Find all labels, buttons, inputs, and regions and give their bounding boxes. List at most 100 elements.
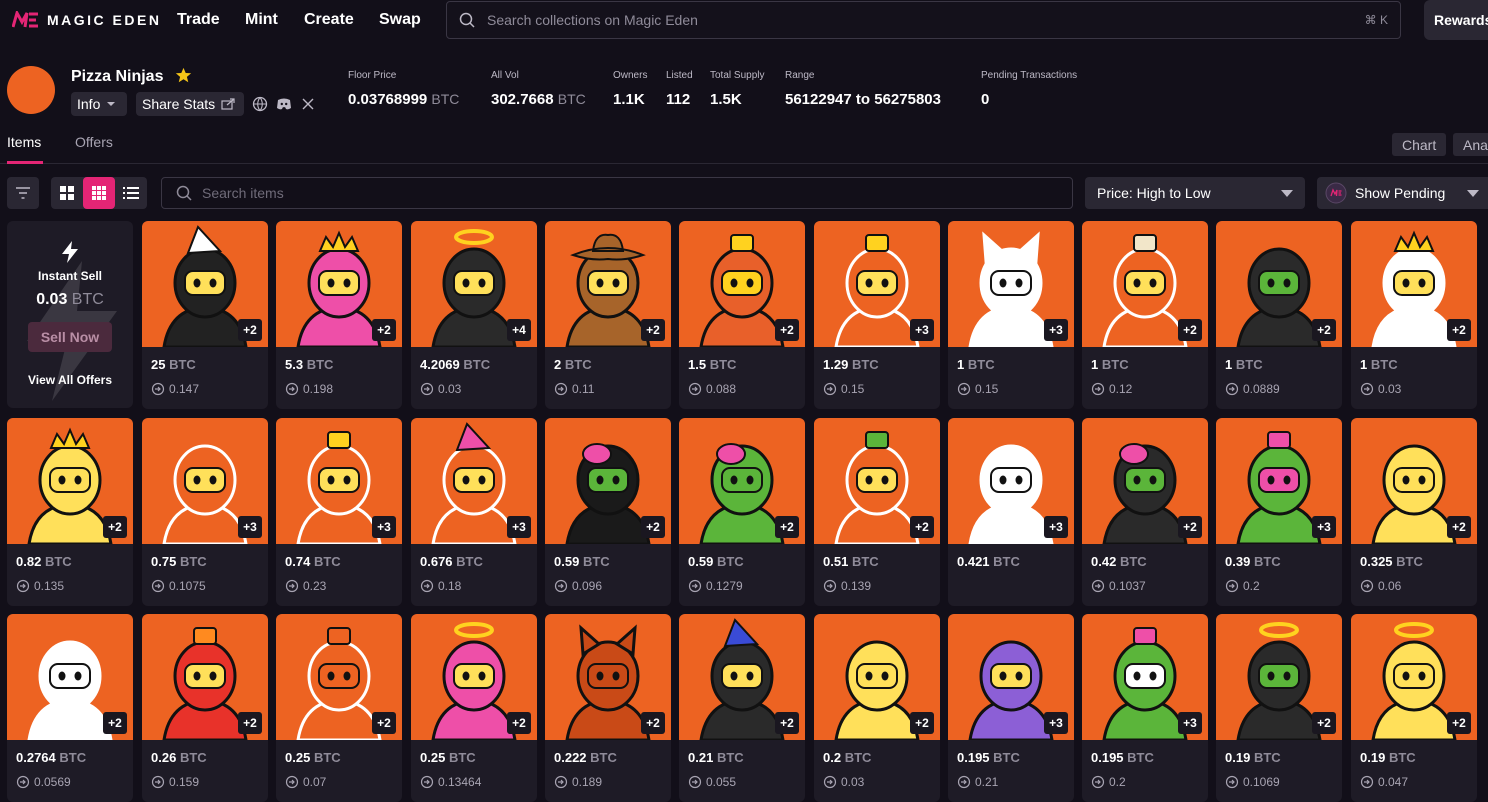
star-icon[interactable] [175, 67, 192, 84]
nft-image[interactable]: +3 [276, 418, 402, 544]
nav-mint[interactable]: Mint [245, 11, 278, 29]
info-dropdown[interactable]: Info [71, 92, 127, 116]
item-card[interactable]: +2 0.51 BTC 0.139 [814, 418, 940, 606]
nft-image[interactable]: +2 [679, 418, 805, 544]
item-card[interactable]: +2 2 BTC 0.11 [545, 221, 671, 409]
item-card[interactable]: +2 0.26 BTC 0.159 [142, 614, 268, 802]
item-card[interactable]: +2 0.25 BTC 0.13464 [411, 614, 537, 802]
item-card[interactable]: +2 0.19 BTC 0.1069 [1216, 614, 1342, 802]
nft-image[interactable]: +3 [142, 418, 268, 544]
large-grid-view-button[interactable] [51, 177, 83, 209]
item-card[interactable]: +3 0.195 BTC 0.21 [948, 614, 1074, 802]
item-card[interactable]: +2 0.2 BTC 0.03 [814, 614, 940, 802]
last-sale-icon [285, 579, 299, 593]
item-card[interactable]: +3 0.75 BTC 0.1075 [142, 418, 268, 606]
nft-image[interactable]: +3 [814, 221, 940, 347]
nav-swap[interactable]: Swap [379, 11, 421, 29]
nft-image[interactable]: +2 [814, 614, 940, 740]
item-card[interactable]: +2 0.82 BTC 0.135 [7, 418, 133, 606]
item-card[interactable]: +2 0.19 BTC 0.047 [1351, 614, 1477, 802]
item-card[interactable]: +4 4.2069 BTC 0.03 [411, 221, 537, 409]
item-card[interactable]: +2 0.222 BTC 0.189 [545, 614, 671, 802]
nft-image[interactable]: +2 [1216, 221, 1342, 347]
nft-image[interactable]: +2 [142, 221, 268, 347]
share-stats-button[interactable]: Share Stats [136, 92, 244, 116]
discord-icon[interactable] [276, 96, 292, 112]
trait-count-badge: +3 [1044, 712, 1068, 734]
last-sale-icon [1360, 382, 1374, 396]
nft-image[interactable]: +3 [411, 418, 537, 544]
nft-image[interactable]: +2 [1351, 221, 1477, 347]
nft-image[interactable]: +2 [1082, 418, 1208, 544]
nft-image[interactable]: +2 [545, 418, 671, 544]
chart-button[interactable]: Chart [1392, 133, 1447, 156]
nft-image[interactable]: +2 [276, 614, 402, 740]
list-view-button[interactable] [115, 177, 147, 209]
nft-image[interactable]: +2 [1082, 221, 1208, 347]
nft-image[interactable]: +2 [545, 221, 671, 347]
nav-trade[interactable]: Trade [177, 11, 220, 29]
analytics-button[interactable]: Ana [1453, 133, 1488, 156]
rewards-button[interactable]: Rewards [1424, 0, 1488, 40]
nft-image[interactable]: +2 [142, 614, 268, 740]
item-card[interactable]: +3 0.421 BTC [948, 418, 1074, 606]
nft-image[interactable]: +2 [545, 614, 671, 740]
item-card[interactable]: +3 1.29 BTC 0.15 [814, 221, 940, 409]
item-price: 0.74 BTC [285, 554, 341, 569]
nav-create[interactable]: Create [304, 11, 354, 29]
item-price-value: 1 [957, 357, 965, 372]
x-twitter-icon[interactable] [300, 96, 316, 112]
nft-image[interactable]: +3 [1216, 418, 1342, 544]
item-price-value: 1.29 [823, 357, 849, 372]
item-card[interactable]: +3 0.676 BTC 0.18 [411, 418, 537, 606]
item-card[interactable]: +2 0.25 BTC 0.07 [276, 614, 402, 802]
tab-offers[interactable]: Offers [75, 134, 113, 150]
item-card[interactable]: +3 0.195 BTC 0.2 [1082, 614, 1208, 802]
nft-image[interactable]: +2 [7, 614, 133, 740]
nft-image[interactable]: +2 [679, 614, 805, 740]
filter-icon [16, 187, 30, 199]
item-card[interactable]: +2 1 BTC 0.03 [1351, 221, 1477, 409]
nft-image[interactable]: +4 [411, 221, 537, 347]
filter-button[interactable] [7, 177, 39, 209]
item-card[interactable]: +3 1 BTC 0.15 [948, 221, 1074, 409]
collection-search[interactable]: Search collections on Magic Eden ⌘ K [446, 1, 1401, 39]
item-card[interactable]: +2 0.21 BTC 0.055 [679, 614, 805, 802]
item-card[interactable]: +2 1 BTC 0.12 [1082, 221, 1208, 409]
nft-image[interactable]: +2 [1351, 418, 1477, 544]
nft-image[interactable]: +2 [1216, 614, 1342, 740]
item-card[interactable]: +2 0.2764 BTC 0.0569 [7, 614, 133, 802]
nft-image[interactable]: +3 [948, 418, 1074, 544]
item-card[interactable]: +2 0.59 BTC 0.096 [545, 418, 671, 606]
item-card[interactable]: +2 25 BTC 0.147 [142, 221, 268, 409]
nft-image[interactable]: +2 [814, 418, 940, 544]
item-card[interactable]: +2 1 BTC 0.0889 [1216, 221, 1342, 409]
item-card[interactable]: +3 0.74 BTC 0.23 [276, 418, 402, 606]
item-card[interactable]: +2 0.42 BTC 0.1037 [1082, 418, 1208, 606]
sort-dropdown[interactable]: Price: High to Low [1085, 177, 1305, 209]
nft-image[interactable]: +3 [1082, 614, 1208, 740]
item-card[interactable]: +3 0.39 BTC 0.2 [1216, 418, 1342, 606]
item-card[interactable]: +2 1.5 BTC 0.088 [679, 221, 805, 409]
nft-image[interactable]: +2 [679, 221, 805, 347]
item-card[interactable]: +2 0.325 BTC 0.06 [1351, 418, 1477, 606]
view-all-offers-link[interactable]: View All Offers [7, 373, 133, 387]
nft-image[interactable]: +2 [276, 221, 402, 347]
instant-sell-price: 0.03 BTC [36, 291, 104, 308]
nft-image[interactable]: +2 [7, 418, 133, 544]
item-card[interactable]: +2 5.3 BTC 0.198 [276, 221, 402, 409]
nft-image[interactable]: +2 [1351, 614, 1477, 740]
globe-icon[interactable] [252, 96, 268, 112]
nft-image[interactable]: +3 [948, 221, 1074, 347]
logo[interactable]: MAGIC EDEN [12, 11, 161, 28]
last-sale-value: 0.139 [841, 579, 872, 593]
trait-count-badge: +2 [641, 319, 665, 341]
tab-items[interactable]: Items [7, 134, 41, 150]
nft-image[interactable]: +2 [411, 614, 537, 740]
sell-now-button[interactable]: Sell Now [28, 322, 112, 352]
small-grid-view-button[interactable] [83, 177, 115, 209]
show-pending-dropdown[interactable]: Show Pending [1317, 177, 1488, 209]
item-card[interactable]: +2 0.59 BTC 0.1279 [679, 418, 805, 606]
items-search-input[interactable]: Search items [161, 177, 1073, 209]
nft-image[interactable]: +3 [948, 614, 1074, 740]
